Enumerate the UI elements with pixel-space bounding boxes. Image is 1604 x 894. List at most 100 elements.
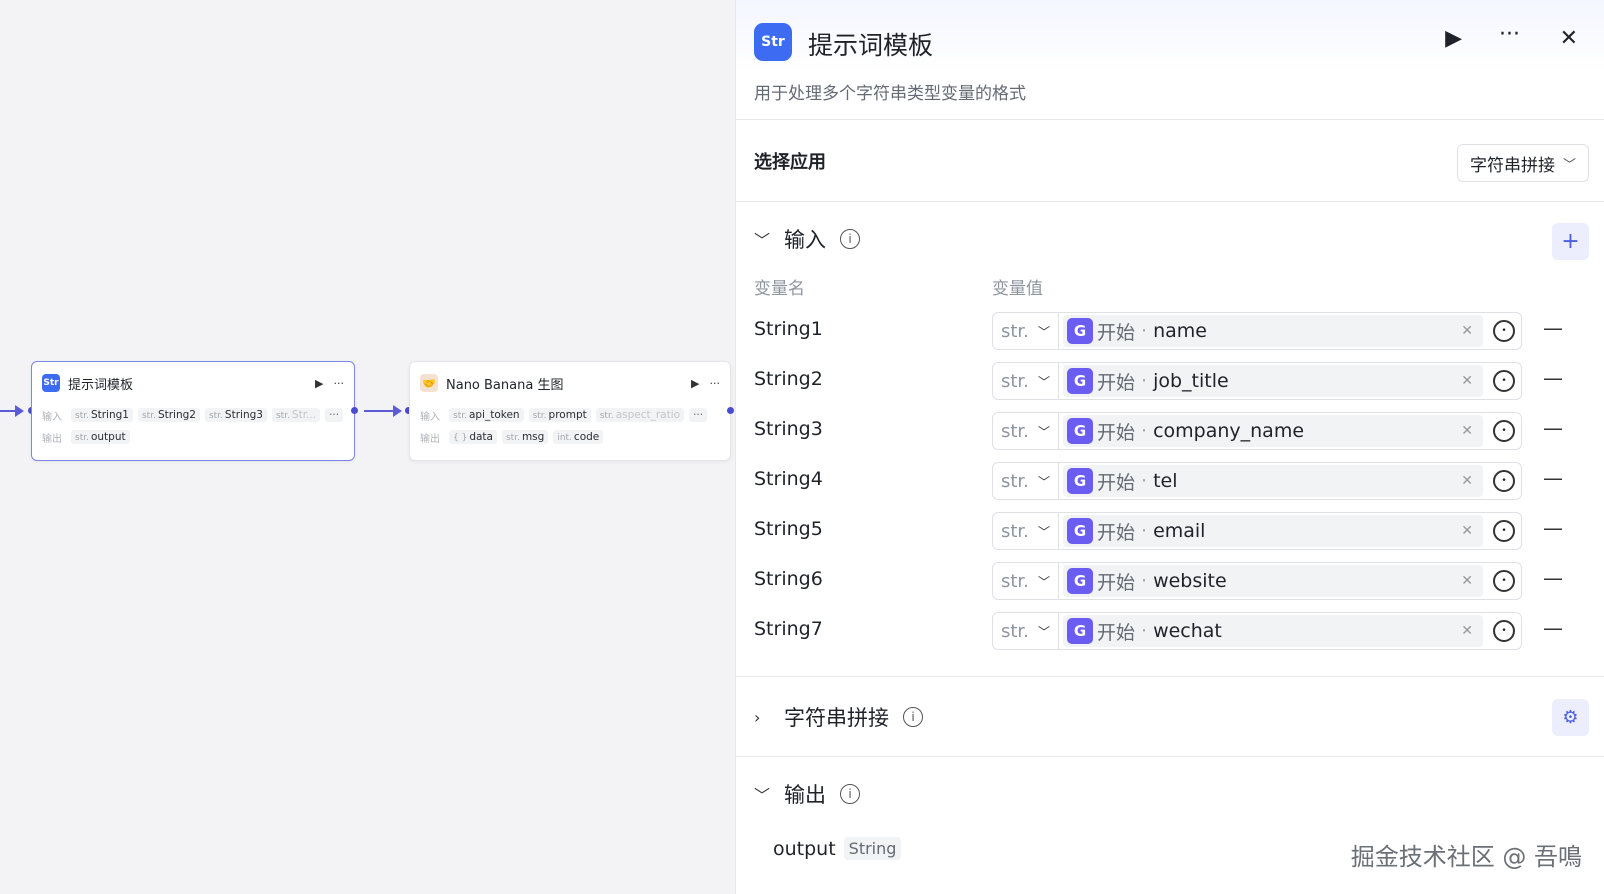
type-select[interactable]: str. ﹀: [993, 463, 1059, 499]
info-icon[interactable]: i: [840, 229, 860, 249]
node-prompt-template[interactable]: Str 提示词模板 ▶ ··· 输入 str. String1 str. Strin…: [31, 361, 355, 461]
remove-variable-button[interactable]: —: [1543, 466, 1563, 490]
clear-icon[interactable]: ✕: [1461, 573, 1473, 589]
type-select[interactable]: str. ﹀: [993, 313, 1059, 349]
info-icon[interactable]: i: [903, 707, 923, 727]
edge-node1-node2: [364, 405, 402, 417]
type-select[interactable]: str. ﹀: [993, 363, 1059, 399]
gear-icon[interactable]: ⚙: [1552, 699, 1589, 736]
variable-row: String7 str. ﹀ G 开始 · wechat ✕ • —: [736, 612, 1604, 652]
variable-row: String5 str. ﹀ G 开始 · email ✕ • —: [736, 512, 1604, 552]
input-label: 输入: [420, 411, 440, 423]
chevron-down-icon[interactable]: ﹀: [754, 782, 770, 806]
start-node-icon: G: [1067, 518, 1093, 544]
target-icon[interactable]: •: [1493, 420, 1515, 442]
type-select[interactable]: str. ﹀: [993, 413, 1059, 449]
clear-icon[interactable]: ✕: [1461, 373, 1473, 389]
variable-name[interactable]: String3: [754, 418, 823, 440]
start-node-icon: G: [1067, 468, 1093, 494]
more-icon[interactable]: ···: [334, 377, 345, 390]
node-input-chip: str. String1: [71, 408, 133, 422]
target-icon[interactable]: •: [1493, 320, 1515, 342]
variable-name[interactable]: String2: [754, 368, 823, 390]
node-input-chip: str. aspect_ratio: [595, 408, 685, 422]
type-select[interactable]: str. ﹀: [993, 563, 1059, 599]
node-title: 提示词模板: [68, 377, 134, 393]
node-input-chip: str. Str...: [271, 408, 321, 422]
type-select[interactable]: str. ﹀: [993, 513, 1059, 549]
string-node-icon: Str: [42, 374, 60, 392]
add-variable-button[interactable]: +: [1552, 223, 1589, 260]
node1-output-port[interactable]: [351, 407, 358, 414]
variable-name[interactable]: String5: [754, 518, 823, 540]
node-input-chip: str. api_token: [449, 408, 524, 422]
target-icon[interactable]: •: [1493, 570, 1515, 592]
select-app-label: 选择应用: [754, 152, 826, 173]
app-select-value: 字符串拼接: [1469, 155, 1555, 176]
target-icon[interactable]: •: [1493, 470, 1515, 492]
node2-output-port[interactable]: [727, 407, 734, 414]
variable-reference[interactable]: G 开始 · wechat ✕: [1063, 615, 1483, 647]
node-output-chip: str. msg: [501, 430, 549, 444]
target-icon[interactable]: •: [1493, 370, 1515, 392]
variable-row: String4 str. ﹀ G 开始 · tel ✕ • —: [736, 462, 1604, 502]
variable-row: String3 str. ﹀ G 开始 · company_name ✕ • —: [736, 412, 1604, 452]
more-icon[interactable]: ···: [710, 377, 721, 390]
panel-description: 用于处理多个字符串类型变量的格式: [754, 84, 1026, 104]
variable-name[interactable]: String4: [754, 468, 823, 490]
target-icon[interactable]: •: [1493, 520, 1515, 542]
variable-reference[interactable]: G 开始 · job_title ✕: [1063, 365, 1483, 397]
start-node-icon: G: [1067, 618, 1093, 644]
clear-icon[interactable]: ✕: [1461, 623, 1473, 639]
edge-incoming: [0, 405, 24, 417]
remove-variable-button[interactable]: —: [1543, 616, 1563, 640]
input-label: 输入: [42, 411, 62, 423]
variable-reference[interactable]: G 开始 · website ✕: [1063, 565, 1483, 597]
more-icon[interactable]: ···: [1499, 22, 1520, 47]
variable-name[interactable]: String7: [754, 618, 823, 640]
chevron-down-icon[interactable]: ﹀: [754, 227, 770, 251]
variable-name[interactable]: String6: [754, 568, 823, 590]
remove-variable-button[interactable]: —: [1543, 566, 1563, 590]
close-icon[interactable]: ✕: [1560, 26, 1578, 51]
target-icon[interactable]: •: [1493, 620, 1515, 642]
variable-reference[interactable]: G 开始 · email ✕: [1063, 515, 1483, 547]
more-inputs-chip[interactable]: ···: [325, 408, 344, 422]
output-variable: output String: [773, 837, 902, 860]
variable-name[interactable]: String1: [754, 318, 823, 340]
output-label: 输出: [42, 433, 62, 445]
run-icon[interactable]: ▶: [1445, 26, 1462, 51]
workflow-canvas[interactable]: Str 提示词模板 ▶ ··· 输入 str. String1 str. Strin…: [0, 0, 735, 894]
variable-reference[interactable]: G 开始 · company_name ✕: [1063, 415, 1483, 447]
column-header-name: 变量名: [754, 279, 805, 299]
type-select[interactable]: str. ﹀: [993, 613, 1059, 649]
run-icon[interactable]: ▶: [315, 377, 323, 390]
start-node-icon: G: [1067, 368, 1093, 394]
clear-icon[interactable]: ✕: [1461, 523, 1473, 539]
node-output-chip: int. code: [553, 430, 604, 444]
section-title-input: 输入: [784, 228, 826, 252]
app-select[interactable]: 字符串拼接 ﹀: [1456, 144, 1589, 182]
select-app-section: 选择应用 字符串拼接 ﹀: [736, 120, 1604, 202]
node-output-chip: str. output: [71, 430, 130, 444]
clear-icon[interactable]: ✕: [1461, 473, 1473, 489]
output-name: output: [773, 837, 836, 860]
variable-reference[interactable]: G 开始 · tel ✕: [1063, 465, 1483, 497]
node-input-chip: str. String3: [204, 408, 267, 422]
more-inputs-chip[interactable]: ···: [689, 408, 708, 422]
panel-title: 提示词模板: [808, 31, 934, 60]
remove-variable-button[interactable]: —: [1543, 416, 1563, 440]
clear-icon[interactable]: ✕: [1461, 423, 1473, 439]
remove-variable-button[interactable]: —: [1543, 366, 1563, 390]
clear-icon[interactable]: ✕: [1461, 323, 1473, 339]
chevron-right-icon[interactable]: ›: [754, 708, 770, 727]
info-icon[interactable]: i: [840, 784, 860, 804]
remove-variable-button[interactable]: —: [1543, 516, 1563, 540]
input-section: ﹀ 输入 i + 变量名 变量值 String1 str. ﹀ G 开始 · name…: [736, 202, 1604, 677]
node-output-chip: { } data: [449, 430, 497, 444]
node-title: Nano Banana 生图: [446, 377, 564, 393]
run-icon[interactable]: ▶: [691, 377, 699, 390]
node-nano-banana[interactable]: 🤝 Nano Banana 生图 ▶ ··· 输入 str. api_token …: [409, 361, 731, 461]
variable-reference[interactable]: G 开始 · name ✕: [1063, 315, 1483, 347]
remove-variable-button[interactable]: —: [1543, 316, 1563, 340]
